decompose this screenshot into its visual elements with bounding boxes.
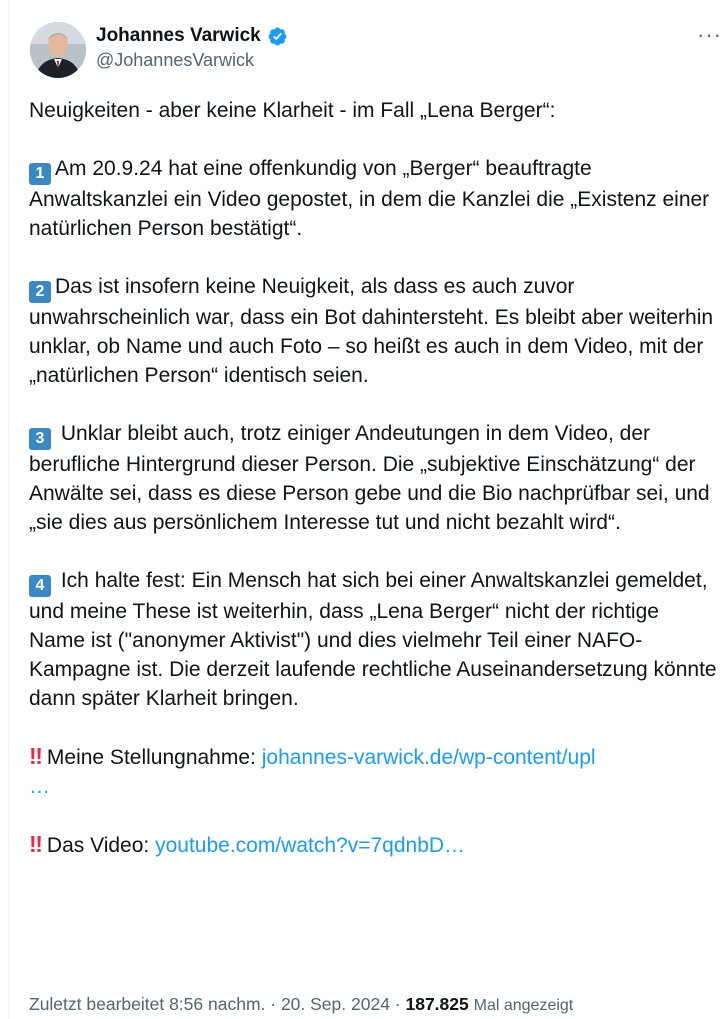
verified-badge-icon[interactable] [267, 26, 288, 47]
tweet-point-2: 2 Das ist insofern keine Neuigkeit, als d… [29, 272, 719, 390]
avatar[interactable] [30, 22, 86, 78]
point-text: Unklar bleibt auch, trotz einiger Andeut… [29, 422, 710, 534]
point-text: Am 20.9.24 hat eine offenkundig von „Ber… [29, 157, 710, 240]
keycap-one-icon: 1 [29, 163, 51, 185]
double-exclamation-icon: ‼ [29, 831, 43, 857]
tweet-point-1: 1 Am 20.9.24 hat eine offenkundig von „Be… [29, 154, 719, 243]
tweet-intro: Neuigkeiten - aber keine Klarheit - im F… [29, 99, 556, 122]
statement-line: ‼ Meine Stellungnahme: johannes-varwick.d… [29, 742, 719, 801]
edited-timestamp[interactable]: Zuletzt bearbeitet 8:56 nachm. · 20. Sep… [29, 994, 405, 1014]
author-display-name[interactable]: Johannes Varwick [96, 25, 261, 47]
point-text: Das ist insofern keine Neuigkeit, als da… [29, 275, 714, 387]
tweet-metadata: Zuletzt bearbeitet 8:56 nachm. · 20. Sep… [29, 994, 573, 1015]
video-link[interactable]: youtube.com/watch?v=7qdnbD… [155, 834, 465, 857]
point-text: Ich halte fest: Ein Mensch hat sich bei … [29, 569, 717, 710]
statement-link-ellipsis[interactable]: … [29, 775, 50, 798]
view-count-label: Mal angezeigt [473, 997, 574, 1014]
author-block: Johannes Varwick @JohannesVarwick [96, 25, 288, 71]
tweet-point-4: 4 Ich halte fest: Ein Mensch hat sich be… [29, 566, 719, 713]
more-options-icon[interactable]: ··· [697, 22, 721, 48]
tweet-text: Neuigkeiten - aber keine Klarheit - im F… [29, 96, 719, 889]
statement-link[interactable]: johannes-varwick.de/wp-content/upl [262, 746, 596, 769]
author-handle[interactable]: @JohannesVarwick [96, 50, 288, 71]
avatar-photo [30, 22, 86, 78]
left-border [8, 0, 9, 1019]
double-exclamation-icon: ‼ [29, 743, 43, 769]
video-line: ‼ Das Video: youtube.com/watch?v=7qdnbD… [29, 830, 719, 860]
author-name-row: Johannes Varwick [96, 25, 288, 47]
statement-label: Meine Stellungnahme: [46, 746, 256, 769]
keycap-two-icon: 2 [29, 281, 51, 303]
view-count: 187.825 [405, 994, 469, 1014]
keycap-four-icon: 4 [29, 575, 51, 597]
tweet-point-3: 3 Unklar bleibt auch, trotz einiger Ande… [29, 419, 719, 537]
video-label: Das Video: [46, 834, 150, 857]
keycap-three-icon: 3 [29, 428, 51, 450]
